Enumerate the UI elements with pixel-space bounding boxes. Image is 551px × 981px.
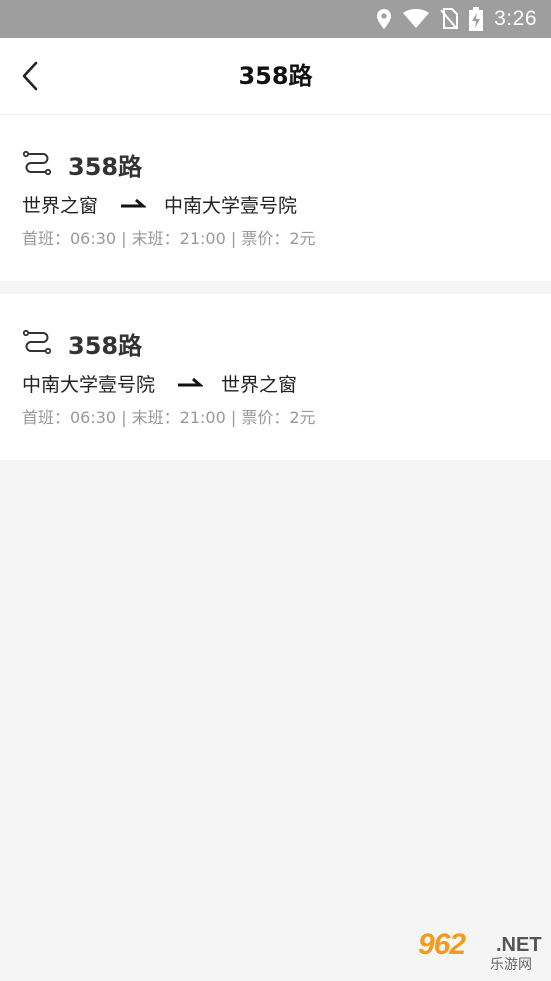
route-stops: 中南大学壹号院 世界之窗 — [22, 368, 297, 398]
route-name: 358路 — [68, 331, 143, 360]
status-icons: 3:26 — [376, 0, 537, 38]
route-schedule-info: 首班：06:30 | 末班：21:00 | 票价：2元 — [22, 229, 316, 248]
battery-charging-icon — [469, 7, 484, 31]
route-name: 358路 — [68, 152, 143, 181]
top-app-bar: 358路 — [0, 38, 551, 115]
status-time: 3:26 — [494, 7, 537, 30]
origin-stop: 中南大学壹号院 — [22, 373, 156, 396]
route-icon — [22, 150, 52, 176]
page-title: 358路 — [238, 62, 313, 90]
watermark-logo: 962 .NET 乐游网 — [412, 928, 544, 974]
route-icon — [22, 329, 52, 355]
wifi-icon — [403, 9, 430, 28]
watermark-subtitle: 乐游网 — [490, 957, 532, 973]
route-card[interactable]: 358路 世界之窗 中南大学壹号院 首班：06:30 | 末班：21:00 | … — [0, 115, 551, 281]
route-header: 358路 — [22, 326, 142, 360]
no-sim-icon — [440, 8, 459, 30]
watermark-brand: 962 — [418, 928, 466, 961]
arrow-right-icon — [121, 198, 147, 208]
route-header: 358路 — [22, 147, 142, 181]
route-schedule-info: 首班：06:30 | 末班：21:00 | 票价：2元 — [22, 408, 316, 427]
route-card[interactable]: 358路 中南大学壹号院 世界之窗 首班：06:30 | 末班：21:00 | … — [0, 294, 551, 460]
arrow-right-icon — [178, 377, 204, 387]
destination-stop: 中南大学壹号院 — [164, 194, 298, 217]
origin-stop: 世界之窗 — [22, 194, 99, 217]
location-icon — [377, 9, 392, 29]
route-stops: 世界之窗 中南大学壹号院 — [22, 189, 297, 219]
status-bar: 3:26 — [0, 0, 551, 38]
destination-stop: 世界之窗 — [221, 373, 298, 396]
